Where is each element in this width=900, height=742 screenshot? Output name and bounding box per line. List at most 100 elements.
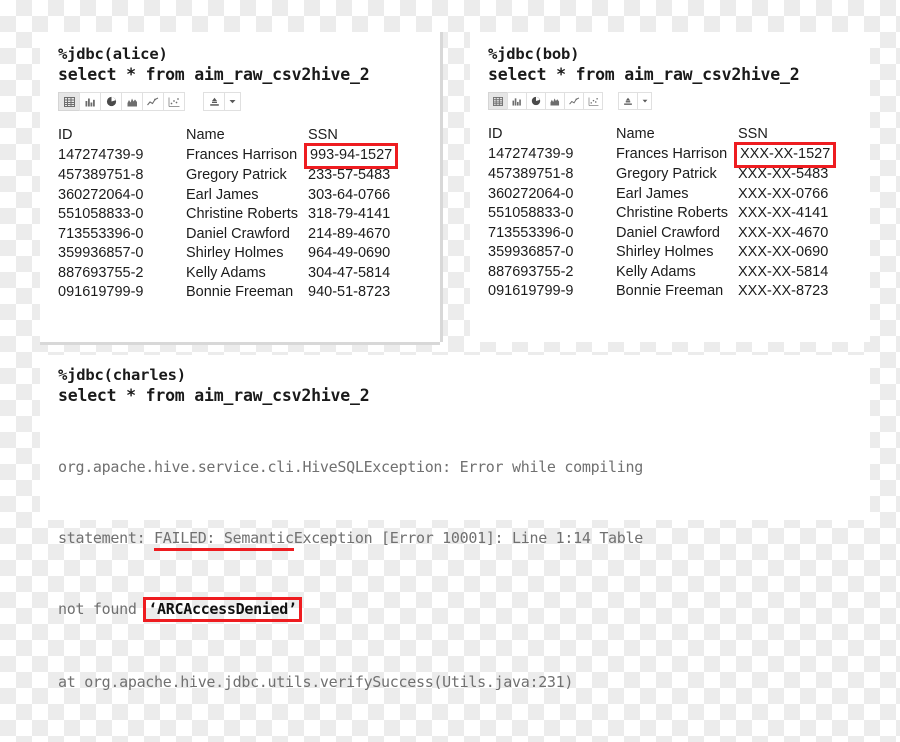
cell-ssn: 940-51-8723 bbox=[308, 284, 391, 300]
cell-ssn: XXX-XX-4141 bbox=[738, 205, 829, 221]
area-chart-icon-button[interactable] bbox=[545, 92, 565, 110]
cell-ssn-highlighted: 993-94-1527 bbox=[304, 143, 426, 169]
download-icon bbox=[623, 97, 633, 106]
cell-id: 457389751-8 bbox=[58, 167, 144, 183]
cell-ssn: 233-57-5483 bbox=[308, 167, 391, 183]
result-table-bob: ID Name SSN 147274739-9 Frances Harrison… bbox=[488, 126, 856, 302]
table-row: 551058833-0 Christine Roberts 318-79-414… bbox=[58, 205, 426, 225]
bar-chart-icon-button[interactable] bbox=[79, 92, 101, 111]
bar-chart-icon-button[interactable] bbox=[507, 92, 527, 110]
cell-name: Frances Harrison bbox=[186, 147, 298, 164]
cell-id: 360272064-0 bbox=[488, 185, 574, 202]
cell-ssn: XXX-XX-0690 bbox=[738, 244, 829, 260]
table-row: 887693755-2 Kelly Adams 304-47-5814 bbox=[58, 264, 426, 284]
export-download-button[interactable] bbox=[203, 92, 225, 111]
cell-name: Christine Roberts bbox=[186, 206, 299, 222]
cell-name: Earl James bbox=[186, 186, 259, 203]
area-chart-icon-button[interactable] bbox=[121, 92, 143, 111]
table-icon-button[interactable] bbox=[488, 92, 508, 110]
area-chart-icon bbox=[550, 97, 560, 106]
column-header-id[interactable]: ID bbox=[58, 127, 186, 146]
cell-id: 147274739-9 bbox=[488, 146, 574, 163]
cell-ssn: 214-89-4670 bbox=[308, 225, 391, 242]
query-text-alice: select * from aim_raw_csv2hive_2 bbox=[58, 65, 370, 84]
table-row: 147274739-9 Frances Harrison 993-94-1527 bbox=[58, 143, 426, 169]
cell-name: Kelly Adams bbox=[186, 264, 266, 281]
cell-id: 887693755-2 bbox=[488, 263, 574, 280]
table-row: 360272064-0 Earl James XXX-XX-0766 bbox=[488, 185, 856, 205]
interpreter-directive-charles: %jdbc(charles) bbox=[58, 366, 186, 384]
table-row: 360272064-0 Earl James 303-64-0766 bbox=[58, 186, 426, 206]
export-button-group bbox=[618, 92, 652, 110]
result-panel-bob: %jdbc(bob) select * from aim_raw_csv2hiv… bbox=[470, 32, 870, 342]
caret-down-icon bbox=[642, 99, 648, 103]
export-dropdown-button[interactable] bbox=[637, 92, 652, 110]
line-chart-icon bbox=[147, 97, 159, 107]
line-chart-icon-button[interactable] bbox=[564, 92, 584, 110]
error-line-3-prefix: not found bbox=[58, 600, 146, 618]
cell-id: 887693755-2 bbox=[58, 264, 144, 281]
cell-name: Daniel Crawford bbox=[616, 224, 720, 241]
access-denied-highlight-box: ‘ARCAccessDenied’ bbox=[143, 597, 302, 622]
area-chart-icon bbox=[127, 97, 138, 107]
cell-id: 551058833-0 bbox=[58, 206, 144, 222]
table-row: 091619799-9 Bonnie Freeman XXX-XX-8723 bbox=[488, 282, 856, 302]
table-row: 359936857-0 Shirley Holmes 964-49-0690 bbox=[58, 244, 426, 264]
cell-name: Bonnie Freeman bbox=[186, 284, 294, 300]
column-header-name[interactable]: Name bbox=[616, 126, 738, 145]
pie-chart-icon-button[interactable] bbox=[100, 92, 122, 111]
cell-name: Frances Harrison bbox=[616, 146, 728, 163]
error-line-3: not found ‘ARCAccessDenied’ bbox=[58, 597, 870, 622]
cell-id: 359936857-0 bbox=[58, 245, 144, 261]
table-row: 457389751-8 Gregory Patrick 233-57-5483 bbox=[58, 166, 426, 186]
export-button-group bbox=[203, 92, 241, 111]
scatter-chart-icon bbox=[168, 97, 180, 107]
query-text-bob: select * from aim_raw_csv2hive_2 bbox=[488, 65, 800, 84]
cell-name: Shirley Holmes bbox=[616, 244, 714, 260]
download-icon bbox=[209, 97, 220, 107]
error-underlined-text: FAILED: Semantic bbox=[154, 528, 294, 551]
chart-type-button-group bbox=[58, 92, 185, 111]
cell-name: Gregory Patrick bbox=[616, 166, 717, 182]
cell-name: Christine Roberts bbox=[616, 205, 729, 221]
result-toolbar-bob bbox=[488, 92, 870, 110]
cell-name: Bonnie Freeman bbox=[616, 283, 724, 299]
pie-chart-icon bbox=[106, 96, 117, 107]
bar-chart-icon bbox=[85, 97, 96, 107]
scatter-chart-icon bbox=[588, 96, 599, 106]
cell-ssn: 964-49-0690 bbox=[308, 245, 391, 261]
cell-name: Gregory Patrick bbox=[186, 167, 287, 183]
caret-down-icon bbox=[229, 99, 236, 104]
column-header-id[interactable]: ID bbox=[488, 126, 616, 145]
table-icon bbox=[63, 96, 75, 107]
table-row: 551058833-0 Christine Roberts XXX-XX-414… bbox=[488, 204, 856, 224]
cell-id: 713553396-0 bbox=[58, 225, 144, 242]
cell-id: 713553396-0 bbox=[488, 224, 574, 241]
table-icon-button[interactable] bbox=[58, 92, 80, 111]
cell-id: 551058833-0 bbox=[488, 205, 574, 221]
export-dropdown-button[interactable] bbox=[224, 92, 241, 111]
result-table-alice: ID Name SSN 147274739-9 Frances Harrison… bbox=[58, 127, 426, 303]
cell-ssn: XXX-XX-0766 bbox=[738, 185, 829, 202]
cell-id: 457389751-8 bbox=[488, 166, 574, 182]
cell-ssn: XXX-XX-4670 bbox=[738, 224, 829, 241]
column-header-name[interactable]: Name bbox=[186, 127, 308, 146]
table-row: 359936857-0 Shirley Holmes XXX-XX-0690 bbox=[488, 243, 856, 263]
query-text-charles: select * from aim_raw_csv2hive_2 bbox=[58, 386, 370, 405]
cell-ssn: XXX-XX-5814 bbox=[738, 263, 829, 280]
table-row: 887693755-2 Kelly Adams XXX-XX-5814 bbox=[488, 263, 856, 283]
scatter-chart-icon-button[interactable] bbox=[163, 92, 185, 111]
cell-id: 360272064-0 bbox=[58, 186, 144, 203]
table-row: 713553396-0 Daniel Crawford XXX-XX-4670 bbox=[488, 224, 856, 244]
interpreter-directive-alice: %jdbc(alice) bbox=[58, 45, 168, 63]
error-line-1: org.apache.hive.service.cli.HiveSQLExcep… bbox=[58, 458, 643, 476]
cell-ssn: XXX-XX-8723 bbox=[738, 283, 829, 299]
result-panel-alice: %jdbc(alice) select * from aim_raw_csv2h… bbox=[40, 32, 440, 342]
table-row: 091619799-9 Bonnie Freeman 940-51-8723 bbox=[58, 283, 426, 303]
line-chart-icon-button[interactable] bbox=[142, 92, 164, 111]
error-line-2-suffix: Exception [Error 10001]: Line 1:14 Table bbox=[293, 528, 644, 547]
export-download-button[interactable] bbox=[618, 92, 638, 110]
cell-name: Kelly Adams bbox=[616, 263, 696, 280]
scatter-chart-icon-button[interactable] bbox=[583, 92, 603, 110]
pie-chart-icon-button[interactable] bbox=[526, 92, 546, 110]
